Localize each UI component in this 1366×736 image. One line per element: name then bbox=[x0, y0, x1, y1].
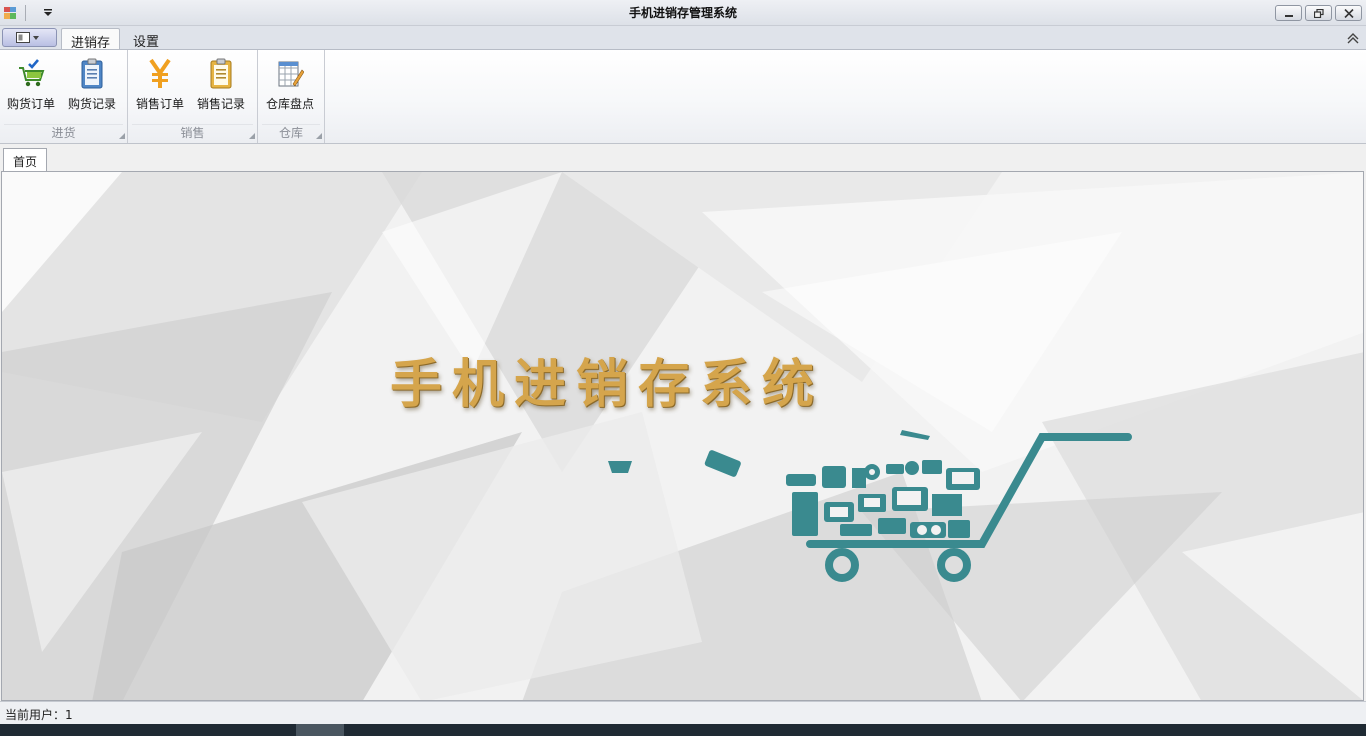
home-page-content: 手机进销存系统 bbox=[1, 171, 1364, 701]
group-label-sales: 销售 bbox=[180, 126, 205, 140]
cart-check-icon bbox=[19, 59, 45, 87]
dialog-launcher-icon[interactable] bbox=[119, 133, 125, 139]
minimize-button[interactable] bbox=[1275, 5, 1302, 21]
ribbon-group-sales: 销售订单 销售记录 销售 bbox=[128, 50, 258, 143]
banner-title: 手机进销存系统 bbox=[390, 354, 825, 415]
tab-home[interactable]: 首页 bbox=[3, 148, 47, 172]
inventory-check-button[interactable]: 仓库盘点 bbox=[261, 54, 319, 120]
close-icon bbox=[1344, 9, 1354, 18]
ribbon-panel: 购货订单 购货记录 进货 销售订单 销售记录 销售 仓库盘点 仓库 bbox=[0, 49, 1366, 144]
purchase-order-label: 购货订单 bbox=[6, 97, 55, 111]
yuan-icon bbox=[149, 58, 171, 88]
title-bar: 手机进销存管理系统 bbox=[0, 0, 1366, 26]
document-tab-strip: 首页 bbox=[0, 144, 1366, 172]
minimize-icon bbox=[1285, 15, 1293, 17]
restore-button[interactable] bbox=[1305, 5, 1332, 21]
dialog-launcher-icon[interactable] bbox=[249, 133, 255, 139]
collapse-ribbon-icon[interactable] bbox=[1346, 32, 1360, 44]
tab-jinxiaocun[interactable]: 进销存 bbox=[61, 28, 121, 51]
app-menu-icon bbox=[16, 32, 39, 43]
close-button[interactable] bbox=[1335, 5, 1362, 21]
window-title: 手机进销存管理系统 bbox=[628, 6, 737, 20]
clipboard-icon bbox=[210, 58, 232, 89]
inventory-check-label: 仓库盘点 bbox=[265, 97, 314, 111]
purchase-order-button[interactable]: 购货订单 bbox=[2, 54, 60, 120]
ribbon-group-purchase: 购货订单 购货记录 进货 bbox=[0, 50, 128, 143]
purchase-record-button[interactable]: 购货记录 bbox=[63, 54, 121, 120]
sales-order-button[interactable]: 销售订单 bbox=[131, 54, 189, 120]
current-user-status: 当前用户：1 bbox=[5, 708, 73, 722]
group-label-warehouse: 仓库 bbox=[278, 126, 303, 140]
status-bar: 当前用户：1 bbox=[0, 701, 1366, 724]
group-label-purchase: 进货 bbox=[51, 126, 76, 140]
restore-icon bbox=[1314, 9, 1324, 18]
geometric-background bbox=[2, 172, 1363, 700]
application-menu-button[interactable] bbox=[2, 28, 57, 47]
os-taskbar bbox=[0, 724, 1366, 736]
tab-settings[interactable]: 设置 bbox=[124, 28, 168, 50]
dialog-launcher-icon[interactable] bbox=[316, 133, 322, 139]
purchase-record-label: 购货记录 bbox=[67, 97, 116, 111]
ribbon-group-warehouse: 仓库盘点 仓库 bbox=[258, 50, 325, 143]
clipboard-icon bbox=[81, 58, 103, 89]
sales-record-label: 销售记录 bbox=[196, 97, 245, 111]
sales-record-button[interactable]: 销售记录 bbox=[192, 54, 250, 120]
inventory-sheet-icon bbox=[278, 61, 304, 87]
sales-order-label: 销售订单 bbox=[135, 97, 184, 111]
ribbon-tab-row: 进销存 设置 bbox=[0, 26, 1366, 51]
taskbar-app-item[interactable] bbox=[296, 724, 344, 736]
